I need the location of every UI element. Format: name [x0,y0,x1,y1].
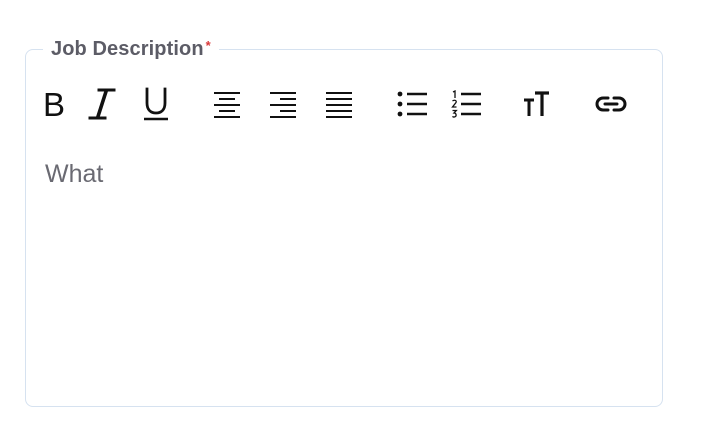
italic-button[interactable] [82,84,122,124]
underline-icon [144,87,168,121]
bulleted-list-button[interactable] [392,84,432,124]
rich-text-toolbar: B [0,78,725,134]
text-size-button[interactable] [517,84,557,124]
numbered-list-icon [451,89,481,118]
job-description-editor[interactable]: What [45,160,645,390]
align-right-button[interactable] [263,84,303,124]
insert-link-button[interactable] [591,84,631,124]
align-justify-button[interactable] [319,84,359,124]
job-description-legend: Job Description * [43,34,219,64]
underline-button[interactable] [136,84,176,124]
bulleted-list-icon [397,91,427,117]
numbered-list-button[interactable] [446,84,486,124]
align-center-icon [214,92,240,118]
bold-button[interactable]: B [34,84,74,124]
bold-icon: B [42,85,65,123]
field-label: Job Description [51,37,204,60]
align-justify-icon [326,92,352,118]
required-marker: * [205,37,211,53]
link-icon [595,96,627,112]
text-size-icon [524,91,549,116]
italic-icon [88,88,116,120]
align-right-icon [270,92,296,118]
align-center-button[interactable] [207,84,247,124]
